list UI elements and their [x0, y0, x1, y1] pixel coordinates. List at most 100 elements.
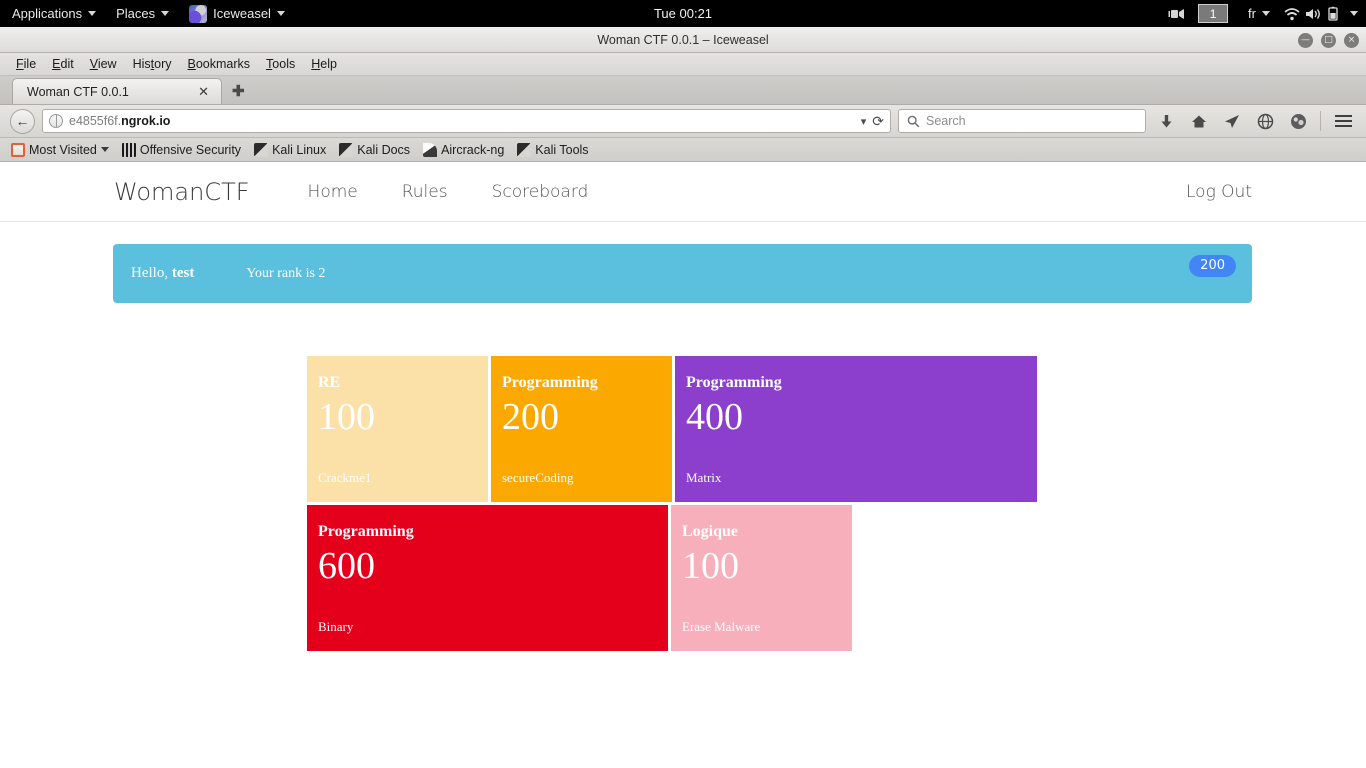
- site-identity-globe-icon[interactable]: [49, 114, 63, 128]
- aircrack-icon: [423, 142, 438, 157]
- kali-dragon-icon: [254, 142, 269, 157]
- window-title: Woman CTF 0.0.1 – Iceweasel: [597, 32, 769, 47]
- keyboard-layout-menu[interactable]: fr: [1238, 0, 1280, 27]
- screencast-icon[interactable]: [1168, 6, 1188, 22]
- nav-link-scoreboard[interactable]: Scoreboard: [470, 182, 611, 202]
- challenge-points: 200: [502, 395, 559, 438]
- address-bar-value: e4855f6f.ngrok.io: [69, 114, 171, 128]
- panel-status-area: 1 fr: [1168, 0, 1366, 27]
- challenge-tile[interactable]: Programming 200 secureCoding: [491, 356, 672, 502]
- menu-help[interactable]: Help: [303, 57, 345, 71]
- chevron-down-icon: [88, 11, 97, 16]
- bookmark-kali-linux[interactable]: Kali Linux: [249, 142, 331, 158]
- menu-view[interactable]: View: [82, 57, 125, 71]
- applications-menu-label: Applications: [12, 6, 83, 21]
- challenge-name: Matrix: [686, 470, 722, 485]
- bookmark-aircrack-ng[interactable]: Aircrack-ng: [418, 142, 509, 158]
- logout-link[interactable]: Log Out: [1164, 182, 1252, 202]
- browser-tab-title: Woman CTF 0.0.1: [27, 84, 129, 99]
- menu-history[interactable]: History: [125, 57, 180, 71]
- new-tab-icon[interactable]: ✚: [232, 82, 245, 100]
- bookmark-label: Most Visited: [29, 142, 97, 157]
- globe-icon[interactable]: [1252, 108, 1278, 134]
- rank-text: Your rank is 2: [246, 265, 326, 281]
- web-page-content: WomanCTF Home Rules Scoreboard Log Out H…: [0, 162, 1366, 767]
- close-button[interactable]: ×: [1344, 32, 1359, 48]
- toolbar-divider: [1320, 111, 1321, 131]
- applications-menu[interactable]: Applications: [0, 0, 106, 27]
- browser-tabstrip: Woman CTF 0.0.1 ✕ ✚: [0, 76, 1366, 105]
- gnome-top-panel: Applications Places Iceweasel Tue 00:21 …: [0, 0, 1366, 27]
- challenge-row-2: Programming 600 Binary Logique 100 Erase…: [307, 505, 1366, 651]
- greeting-text: Hello, test: [131, 265, 195, 281]
- app-window-menu-label: Iceweasel: [213, 6, 271, 21]
- close-icon[interactable]: ✕: [194, 84, 213, 100]
- challenge-tile[interactable]: Programming 600 Binary: [307, 505, 668, 651]
- site-navbar: WomanCTF Home Rules Scoreboard Log Out: [0, 162, 1366, 222]
- back-button[interactable]: ←: [10, 108, 35, 134]
- menu-bookmarks[interactable]: Bookmarks: [180, 57, 259, 71]
- challenge-tile[interactable]: Programming 400 Matrix: [675, 356, 1037, 502]
- challenge-grid: RE 100 Crackme1 Programming 200 secureCo…: [0, 356, 1366, 651]
- challenge-points: 600: [318, 544, 375, 587]
- challenge-tile[interactable]: RE 100 Crackme1: [307, 356, 488, 502]
- user-status-banner: Hello, test Your rank is 2 200: [113, 244, 1252, 303]
- search-bar[interactable]: Search: [898, 109, 1146, 133]
- app-window-menu[interactable]: Iceweasel: [179, 0, 295, 27]
- menu-tools[interactable]: Tools: [258, 57, 303, 71]
- site-nav-right: Log Out: [1164, 182, 1252, 202]
- places-menu[interactable]: Places: [106, 0, 179, 27]
- downloads-icon[interactable]: [1153, 108, 1179, 134]
- challenge-category: Programming: [318, 523, 414, 540]
- challenge-category: Programming: [686, 374, 782, 391]
- challenge-tile[interactable]: Logique 100 Erase Malware: [671, 505, 852, 651]
- browser-tab-active[interactable]: Woman CTF 0.0.1 ✕: [12, 78, 222, 104]
- bookmark-label: Kali Linux: [272, 142, 327, 157]
- window-titlebar: Woman CTF 0.0.1 – Iceweasel — □ ×: [0, 27, 1366, 53]
- challenge-name: Erase Malware: [682, 619, 761, 634]
- share-paper-plane-icon[interactable]: [1219, 108, 1245, 134]
- bookmark-most-visited[interactable]: Most Visited: [6, 142, 114, 158]
- address-bar[interactable]: e4855f6f.ngrok.io ▾ ⟳: [42, 109, 891, 133]
- menu-edit[interactable]: Edit: [44, 57, 82, 71]
- reload-icon[interactable]: ⟳: [872, 113, 884, 130]
- minimize-button[interactable]: —: [1298, 32, 1313, 48]
- profile-badge-icon[interactable]: [1285, 108, 1311, 134]
- menu-hamburger-icon[interactable]: [1330, 108, 1356, 134]
- chevron-down-icon: [100, 147, 109, 152]
- address-bar-dropdown-icon[interactable]: ▾: [861, 115, 867, 128]
- battery-icon[interactable]: [1326, 6, 1342, 22]
- search-input-placeholder[interactable]: Search: [926, 114, 966, 128]
- keyboard-layout-label: fr: [1248, 6, 1256, 21]
- browser-menubar: File Edit View History Bookmarks Tools H…: [0, 53, 1366, 76]
- challenge-name: secureCoding: [502, 470, 574, 485]
- panel-clock[interactable]: Tue 00:21: [654, 0, 712, 27]
- bookmark-offensive-security[interactable]: Offensive Security: [117, 142, 246, 158]
- challenge-category: RE: [318, 374, 341, 391]
- bookmarks-toolbar: Most Visited Offensive Security Kali Lin…: [0, 138, 1366, 162]
- bookmark-label: Aircrack-ng: [441, 142, 505, 157]
- home-icon[interactable]: [1186, 108, 1212, 134]
- challenge-row-1: RE 100 Crackme1 Programming 200 secureCo…: [307, 356, 1366, 502]
- kali-dragon-icon: [517, 142, 532, 157]
- nav-link-rules[interactable]: Rules: [380, 182, 470, 202]
- volume-icon[interactable]: [1304, 6, 1324, 22]
- chevron-down-icon: [1262, 11, 1270, 16]
- challenge-points: 100: [318, 395, 375, 438]
- nav-link-home[interactable]: Home: [286, 182, 380, 202]
- site-nav-links: Home Rules Scoreboard: [286, 182, 611, 202]
- workspace-indicator[interactable]: 1: [1198, 4, 1229, 23]
- bookmark-label: Kali Tools: [535, 142, 589, 157]
- wifi-icon[interactable]: [1282, 6, 1302, 22]
- browser-navigation-toolbar: ← e4855f6f.ngrok.io ▾ ⟳ Search: [0, 105, 1366, 138]
- iceweasel-icon: [189, 4, 208, 23]
- challenge-category: Programming: [502, 374, 598, 391]
- menu-file[interactable]: File: [8, 57, 44, 71]
- system-menu-chevron-icon[interactable]: [1350, 11, 1358, 16]
- chevron-down-icon: [276, 11, 285, 16]
- bookmark-kali-tools[interactable]: Kali Tools: [512, 142, 593, 158]
- bookmark-label: Kali Docs: [357, 142, 411, 157]
- maximize-button[interactable]: □: [1321, 32, 1336, 48]
- bookmark-kali-docs[interactable]: Kali Docs: [334, 142, 415, 158]
- site-brand[interactable]: WomanCTF: [114, 178, 250, 206]
